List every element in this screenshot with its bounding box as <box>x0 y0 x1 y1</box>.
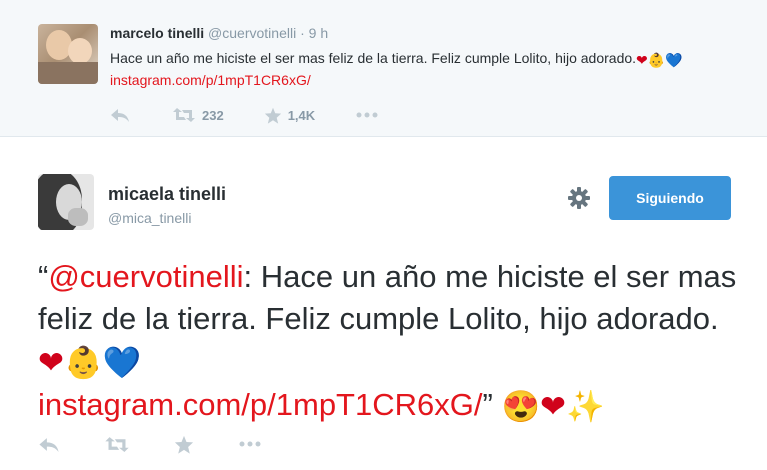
avatar-body <box>38 62 98 84</box>
baby-emoji: 👶 <box>63 345 103 380</box>
avatar[interactable] <box>38 174 94 230</box>
retweet-icon <box>173 108 195 122</box>
sparkles-emoji: ✨ <box>566 389 605 424</box>
retweet-count: 232 <box>202 107 224 123</box>
replied-tweet[interactable]: marcelo tinelli @cuervotinelli · 9 h Hac… <box>0 0 767 137</box>
more-dots-icon <box>356 112 378 118</box>
tweet-actions: 232 1,4K <box>110 106 379 124</box>
gear-icon[interactable] <box>567 186 591 210</box>
open-quote: “ <box>38 259 49 294</box>
avatar[interactable] <box>38 24 98 84</box>
tweet-body: Hace un año me hiciste el ser mas feliz … <box>110 50 637 66</box>
reply-button[interactable] <box>38 436 60 453</box>
favorite-button[interactable] <box>174 435 194 454</box>
tweet-text: “@cuervotinelli: Hace un año me hiciste … <box>38 256 738 428</box>
blue-heart-emoji: 💙 <box>665 52 683 68</box>
tweet-actions <box>38 432 262 456</box>
instagram-link[interactable]: instagram.com/p/1mpT1CR6xG/ <box>38 387 482 422</box>
more-button[interactable] <box>355 112 379 118</box>
star-icon <box>264 107 281 124</box>
baby-emoji: 👶 <box>647 52 666 68</box>
star-icon <box>174 435 194 454</box>
reply-button[interactable] <box>110 107 130 123</box>
retweet-button[interactable]: 232 <box>172 107 224 123</box>
retweet-icon <box>105 436 129 452</box>
timestamp[interactable]: 9 h <box>309 25 328 41</box>
heart-eyes-emoji: 😍 <box>501 389 541 424</box>
separator: · <box>300 25 305 41</box>
favorite-button[interactable]: 1,4K <box>264 107 315 124</box>
red-heart-emoji: ❤ <box>540 389 567 424</box>
close-quote: ” <box>482 387 493 422</box>
more-button[interactable] <box>238 441 262 447</box>
favorite-count: 1,4K <box>287 107 316 123</box>
author-name[interactable]: micaela tinelli <box>108 184 226 205</box>
reply-icon <box>39 437 59 452</box>
red-heart-emoji: ❤ <box>38 345 64 380</box>
red-heart-emoji: ❤ <box>636 52 648 68</box>
instagram-link[interactable]: instagram.com/p/1mpT1CR6xG/ <box>110 72 311 88</box>
avatar-face <box>68 38 92 64</box>
tweet-text: Hace un año me hiciste el ser mas feliz … <box>110 48 720 90</box>
more-dots-icon <box>239 441 261 447</box>
reply-icon <box>111 109 129 122</box>
tweet-header: marcelo tinelli @cuervotinelli · 9 h <box>110 25 328 41</box>
author-name[interactable]: marcelo tinelli <box>110 25 204 41</box>
following-button[interactable]: Siguiendo <box>609 176 731 220</box>
retweet-button[interactable] <box>104 436 130 453</box>
author-handle[interactable]: @mica_tinelli <box>108 210 191 226</box>
mention-link[interactable]: @cuervotinelli <box>48 259 243 294</box>
blue-heart-emoji: 💙 <box>102 345 142 380</box>
author-handle[interactable]: @cuervotinelli <box>208 25 296 41</box>
avatar-hand <box>68 208 88 226</box>
